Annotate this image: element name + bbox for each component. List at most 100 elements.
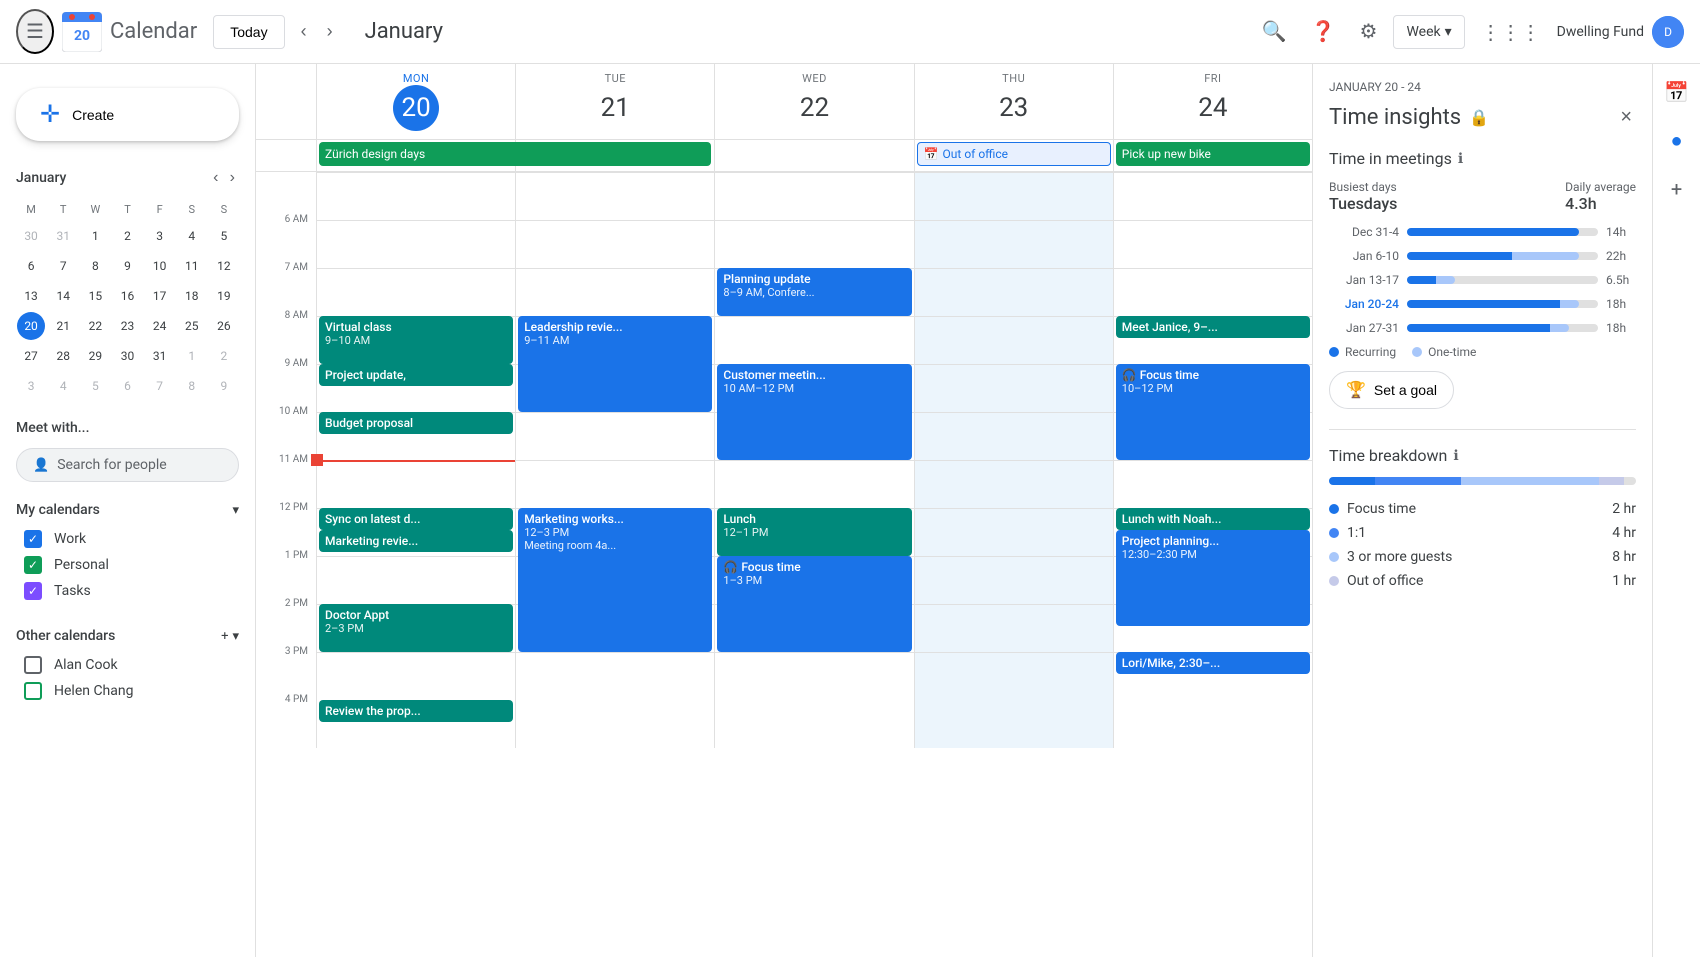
day-number-tue[interactable]: 21 <box>592 85 638 131</box>
budget-proposal-event[interactable]: Budget proposal <box>319 412 513 434</box>
mini-cal-day[interactable]: 3 <box>17 372 45 400</box>
help-button[interactable]: ❓ <box>1303 11 1344 52</box>
mini-cal-day[interactable]: 12 <box>210 252 238 280</box>
mini-cal-day[interactable]: 18 <box>178 282 206 310</box>
customer-meeting-event[interactable]: Customer meetin... 10 AM–12 PM <box>717 364 911 460</box>
mini-cal-day[interactable]: 24 <box>146 312 174 340</box>
mini-cal-day[interactable]: 6 <box>17 252 45 280</box>
mini-cal-day[interactable]: 25 <box>178 312 206 340</box>
my-calendars-header[interactable]: My calendars ▾ <box>16 494 239 526</box>
settings-button[interactable]: ⚙ <box>1352 11 1386 52</box>
mini-cal-day[interactable]: 4 <box>178 222 206 250</box>
mini-cal-day-today[interactable]: 20 <box>17 312 45 340</box>
out-of-office-event[interactable]: 📅Out of office <box>917 142 1111 166</box>
personal-checkbox[interactable]: ✓ <box>24 556 42 574</box>
mini-cal-day[interactable]: 17 <box>146 282 174 310</box>
week-selector[interactable]: Week ▾ <box>1393 15 1464 49</box>
mini-cal-day[interactable]: 31 <box>146 342 174 370</box>
today-button[interactable]: Today <box>213 15 284 49</box>
day-number-wed[interactable]: 22 <box>791 85 837 131</box>
mini-cal-day[interactable]: 9 <box>210 372 238 400</box>
mini-cal-day[interactable]: 13 <box>17 282 45 310</box>
calendar-item-helen[interactable]: Helen Chang <box>16 678 239 704</box>
sync-event[interactable]: Sync on latest d... <box>319 508 513 530</box>
zurich-event[interactable]: Zürich design days <box>319 142 711 166</box>
mini-cal-day[interactable]: 31 <box>49 222 77 250</box>
mini-cal-day[interactable]: 26 <box>210 312 238 340</box>
search-people-box[interactable]: 👤 Search for people <box>16 448 239 482</box>
mini-cal-day[interactable]: 28 <box>49 342 77 370</box>
apps-grid-button[interactable]: ⋮⋮⋮ <box>1473 12 1549 52</box>
other-calendars-header[interactable]: Other calendars + ▾ <box>16 620 239 652</box>
mini-cal-day[interactable]: 1 <box>81 222 109 250</box>
mini-cal-day[interactable]: 7 <box>146 372 174 400</box>
mini-cal-day[interactable]: 9 <box>113 252 141 280</box>
mini-cal-day[interactable]: 5 <box>81 372 109 400</box>
mini-cal-day[interactable]: 8 <box>81 252 109 280</box>
mini-cal-day[interactable]: 19 <box>210 282 238 310</box>
add-other-calendar-icon[interactable]: + <box>221 629 228 644</box>
helen-checkbox[interactable] <box>24 682 42 700</box>
lori-mike-event[interactable]: Lori/Mike, 2:30–... <box>1116 652 1310 674</box>
prev-arrow[interactable]: ‹ <box>293 13 315 50</box>
mini-cal-day[interactable]: 29 <box>81 342 109 370</box>
mini-cal-prev[interactable]: ‹ <box>209 165 222 191</box>
mini-cal-day[interactable]: 7 <box>49 252 77 280</box>
menu-button[interactable]: ☰ <box>16 9 54 54</box>
project-planning-event[interactable]: Project planning... 12:30–2:30 PM <box>1116 530 1310 626</box>
search-button[interactable]: 🔍 <box>1254 11 1295 52</box>
tasks-checkbox[interactable]: ✓ <box>24 582 42 600</box>
mini-cal-day[interactable]: 8 <box>178 372 206 400</box>
thu-col[interactable] <box>914 172 1113 748</box>
tue-col[interactable]: Leadership revie... 9–11 AM Marketing wo… <box>515 172 714 748</box>
mini-cal-day[interactable]: 2 <box>113 222 141 250</box>
mini-cal-day[interactable]: 3 <box>146 222 174 250</box>
planning-update-event[interactable]: Planning update 8–9 AM, Confere... <box>717 268 911 316</box>
calendar-strip-icon[interactable]: 📅 <box>1656 72 1697 112</box>
mini-cal-day[interactable]: 14 <box>49 282 77 310</box>
marketing-workshop-event[interactable]: Marketing works... 12–3 PM Meeting room … <box>518 508 712 652</box>
focus-time-wed-event[interactable]: 🎧 Focus time 1–3 PM <box>717 556 911 652</box>
fri-col[interactable]: Meet Janice, 9–... 🎧 Focus time 10–12 PM… <box>1113 172 1312 748</box>
avatar[interactable]: D <box>1652 16 1684 48</box>
mini-cal-day[interactable]: 11 <box>178 252 206 280</box>
work-checkbox[interactable]: ✓ <box>24 530 42 548</box>
mini-cal-day[interactable]: 5 <box>210 222 238 250</box>
next-arrow[interactable]: › <box>319 13 341 50</box>
day-number-fri[interactable]: 24 <box>1190 85 1236 131</box>
set-goal-button[interactable]: 🏆 Set a goal <box>1329 371 1454 409</box>
calendar-item-tasks[interactable]: ✓ Tasks <box>16 578 239 604</box>
time-grid-scroll[interactable]: 6 AM 7 AM 8 AM 9 AM 10 AM 11 AM 12 PM 1 … <box>256 172 1312 957</box>
circle-strip-icon[interactable]: ● <box>1662 120 1690 161</box>
mini-cal-day[interactable]: 4 <box>49 372 77 400</box>
add-strip-icon[interactable]: + <box>1663 169 1690 209</box>
virtual-class-event[interactable]: Virtual class 9–10 AM <box>319 316 513 364</box>
mini-cal-day[interactable]: 30 <box>17 222 45 250</box>
wed-col[interactable]: Planning update 8–9 AM, Confere... Custo… <box>714 172 913 748</box>
mini-cal-day[interactable]: 15 <box>81 282 109 310</box>
marketing-review-event[interactable]: Marketing revie... <box>319 530 513 552</box>
create-button[interactable]: ✛ Create <box>16 88 239 141</box>
mini-cal-day[interactable]: 23 <box>113 312 141 340</box>
mini-cal-day[interactable]: 6 <box>113 372 141 400</box>
mini-cal-day[interactable]: 10 <box>146 252 174 280</box>
project-update-event[interactable]: Project update, <box>319 364 513 386</box>
focus-time-fri-event[interactable]: 🎧 Focus time 10–12 PM <box>1116 364 1310 460</box>
mini-cal-day[interactable]: 27 <box>17 342 45 370</box>
calendar-item-work[interactable]: ✓ Work <box>16 526 239 552</box>
meet-janice-event[interactable]: Meet Janice, 9–... <box>1116 316 1310 338</box>
mini-cal-next[interactable]: › <box>226 165 239 191</box>
insights-close-button[interactable]: × <box>1616 102 1636 133</box>
day-number-mon[interactable]: 20 <box>393 85 439 131</box>
mini-cal-day[interactable]: 2 <box>210 342 238 370</box>
pick-up-bike-event[interactable]: Pick up new bike <box>1116 142 1310 166</box>
day-number-thu[interactable]: 23 <box>991 85 1037 131</box>
calendar-item-personal[interactable]: ✓ Personal <box>16 552 239 578</box>
mini-cal-day[interactable]: 21 <box>49 312 77 340</box>
leadership-review-event[interactable]: Leadership revie... 9–11 AM <box>518 316 712 412</box>
account-name[interactable]: Dwelling Fund <box>1557 24 1644 40</box>
lunch-event[interactable]: Lunch 12–1 PM <box>717 508 911 556</box>
mini-cal-day[interactable]: 1 <box>178 342 206 370</box>
doctor-appt-event[interactable]: Doctor Appt 2–3 PM <box>319 604 513 652</box>
mini-cal-day[interactable]: 22 <box>81 312 109 340</box>
